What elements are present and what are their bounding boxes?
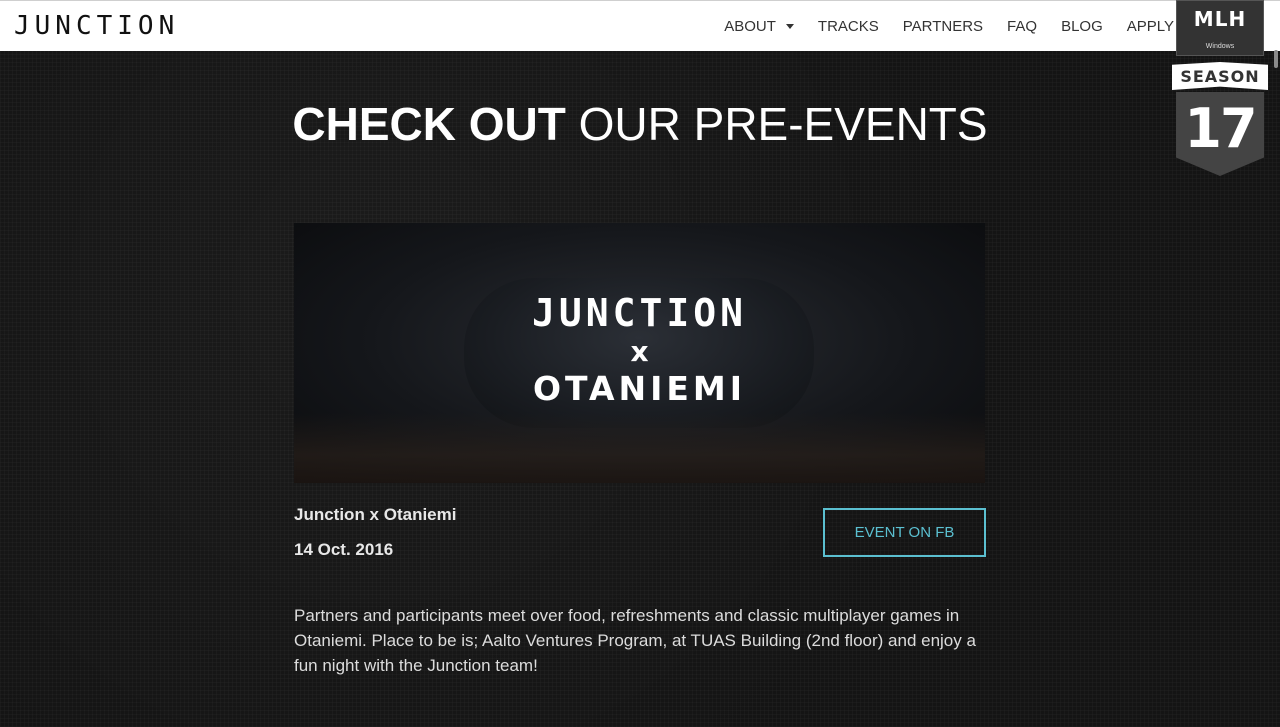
heading-bold-text: CHECK OUT — [292, 98, 566, 150]
image-title-line-1: JUNCTION — [531, 291, 748, 335]
nav-item-partners[interactable]: PARTNERS — [903, 18, 983, 35]
top-navbar: JUNCTION ABOUT TRACKS PARTNERS FAQ BLOG … — [0, 0, 1280, 51]
mlh-title: MLH — [1193, 7, 1247, 31]
event-on-fb-button[interactable]: EVENT ON FB — [823, 508, 986, 557]
mlh-logo: MLH Windows — [1176, 0, 1264, 56]
image-title-line-2: x — [630, 335, 649, 368]
section-heading: CHECK OUT OUR PRE-EVENTS — [0, 97, 1280, 151]
table-surface — [294, 413, 985, 483]
event-description: Partners and participants meet over food… — [294, 606, 976, 675]
mlh-sponsor-logos: Windows — [1205, 43, 1235, 50]
nav-item-blog[interactable]: BLOG — [1061, 18, 1103, 35]
nav-item-tracks[interactable]: TRACKS — [818, 18, 879, 35]
chevron-down-icon — [785, 24, 794, 29]
nav-menu: ABOUT TRACKS PARTNERS FAQ BLOG APPLY — [700, 1, 1174, 52]
season-banner: SEASON — [1172, 62, 1268, 90]
nav-item-about-label: ABOUT — [724, 18, 776, 35]
nav-item-about[interactable]: ABOUT — [724, 18, 794, 35]
scrollbar-thumb[interactable] — [1274, 50, 1278, 68]
brand-logo[interactable]: JUNCTION — [14, 13, 179, 39]
mlh-season-badge[interactable]: MLH Windows SEASON 17 — [1172, 0, 1268, 178]
nav-item-apply[interactable]: APPLY — [1127, 18, 1174, 35]
event-cover-image: JUNCTION x OTANIEMI — [294, 223, 985, 483]
image-title-line-3: OTANIEMI — [532, 369, 747, 408]
heading-light-text: OUR PRE-EVENTS — [578, 98, 988, 150]
nav-item-faq[interactable]: FAQ — [1007, 18, 1037, 35]
event-date: 14 Oct. 2016 — [294, 540, 394, 559]
event-name: Junction x Otaniemi — [294, 505, 457, 524]
